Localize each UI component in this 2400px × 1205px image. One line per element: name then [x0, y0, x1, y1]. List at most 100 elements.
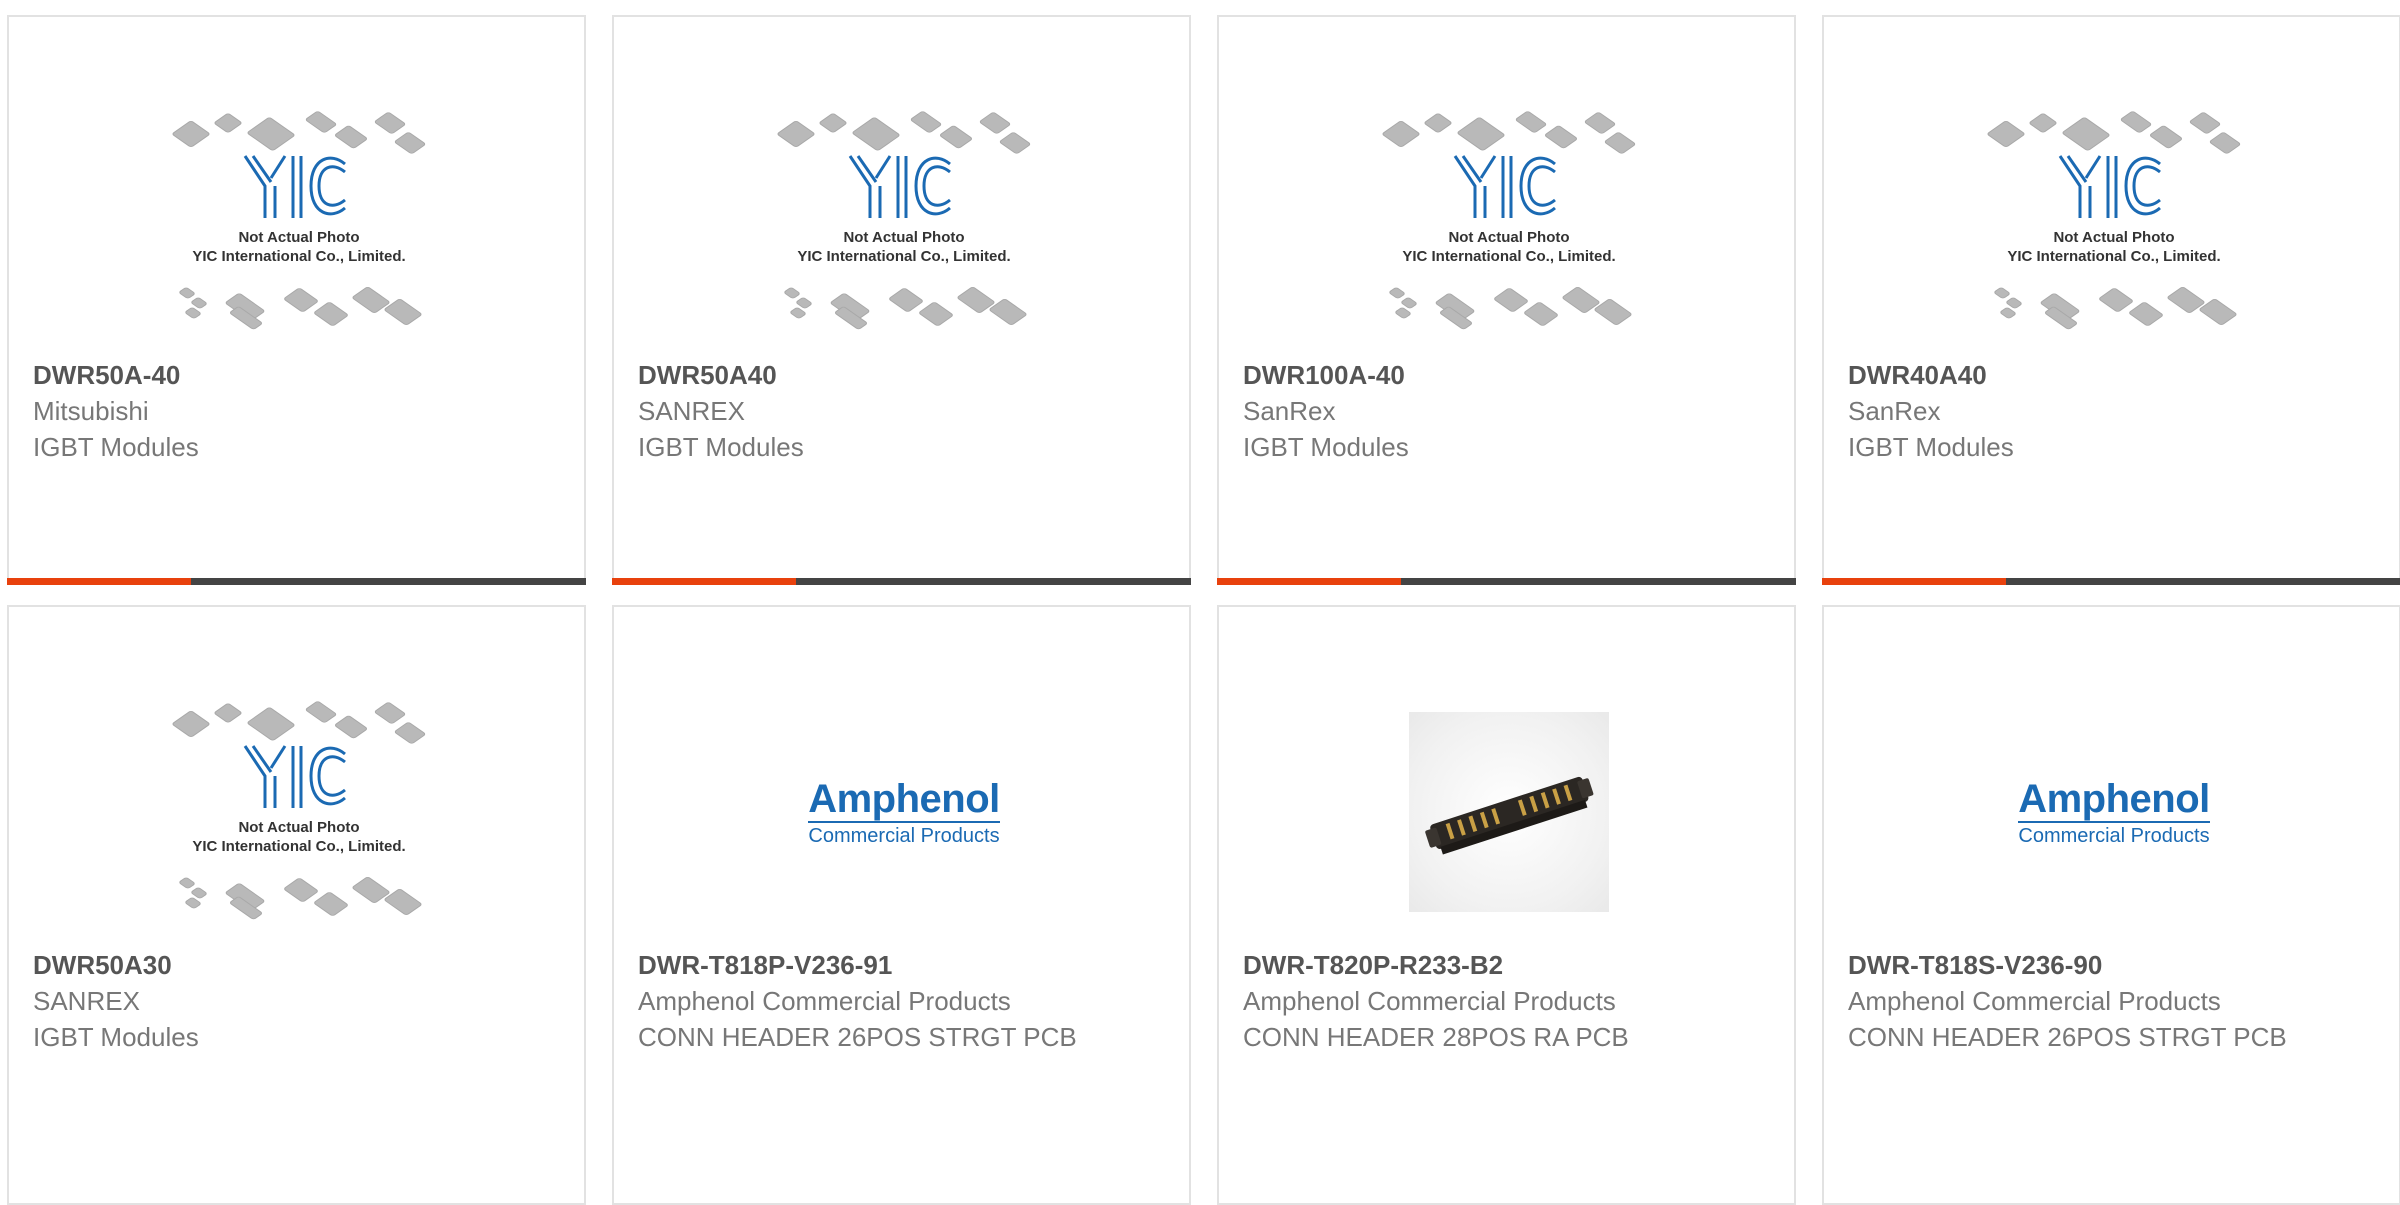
placeholder-caption-line1: Not Actual Photo — [238, 819, 360, 836]
product-card[interactable]: Not Actual Photo YIC International Co., L… — [7, 605, 586, 1205]
category-label: IGBT Modules — [638, 432, 804, 462]
part-number-link[interactable]: DWR-T820P-R233-B2 — [1243, 947, 1703, 983]
amphenol-logo: Amphenol Commercial Products — [764, 777, 1044, 847]
chip-icon — [2028, 112, 2058, 134]
product-image[interactable]: Not Actual Photo YIC International Co., L… — [1369, 97, 1649, 347]
category-label: CONN HEADER 26POS STRGT PCB — [638, 1022, 1077, 1052]
connector-photo — [1409, 712, 1609, 912]
yic-placeholder-image: Not Actual Photo YIC International Co., L… — [1369, 102, 1649, 342]
chip-icon — [246, 706, 296, 742]
chip-icon — [2097, 287, 2135, 313]
chip-icon — [1543, 124, 1579, 150]
product-card[interactable]: Not Actual Photo YIC International Co., L… — [1217, 15, 1796, 585]
chip-icon — [171, 120, 211, 148]
chip-icon — [1986, 120, 2026, 148]
product-image[interactable]: Amphenol Commercial Products — [1974, 687, 2254, 937]
chip-icon — [1992, 286, 2012, 300]
chip-icon — [312, 301, 350, 327]
part-number-link[interactable]: DWR50A30 — [33, 947, 493, 983]
chip-icon — [373, 111, 407, 135]
yic-placeholder-image: Not Actual Photo YIC International Co., L… — [159, 692, 439, 932]
part-number-link[interactable]: DWR-T818P-V236-91 — [638, 947, 1098, 983]
amphenol-logo-subtitle: Commercial Products — [2018, 821, 2210, 847]
chip-icon — [851, 116, 901, 152]
amphenol-logo: Amphenol Commercial Products — [1974, 777, 2254, 847]
yic-logo-icon — [848, 155, 951, 218]
product-image[interactable]: Amphenol Commercial Products — [764, 687, 1044, 937]
product-card[interactable]: DWR-T820P-R233-B2 Amphenol Commercial Pr… — [1217, 605, 1796, 1205]
amphenol-logo-name: Amphenol — [2018, 777, 2210, 821]
chip-icon — [304, 700, 338, 724]
chip-icon — [246, 116, 296, 152]
category-label: IGBT Modules — [33, 432, 199, 462]
chip-icon — [2061, 116, 2111, 152]
chip-icon — [177, 286, 197, 300]
chip-icon — [2208, 131, 2242, 155]
yic-placeholder-image: Not Actual Photo YIC International Co., L… — [764, 102, 1044, 342]
chip-icon — [1456, 116, 1506, 152]
card-accent-bar — [1217, 578, 1401, 585]
chip-icon — [282, 287, 320, 313]
product-card[interactable]: Amphenol Commercial Products DWR-T818S-V… — [1822, 605, 2400, 1205]
product-card[interactable]: Not Actual Photo YIC International Co., L… — [612, 15, 1191, 585]
chip-icon — [1583, 111, 1617, 135]
yic-placeholder-image: Not Actual Photo YIC International Co., L… — [159, 102, 439, 342]
placeholder-caption-line2: YIC International Co., Limited. — [2007, 248, 2221, 265]
placeholder-caption-line1: Not Actual Photo — [2053, 229, 2175, 246]
chip-icon — [373, 701, 407, 725]
chip-icon — [1423, 112, 1453, 134]
chip-icon — [393, 131, 427, 155]
product-image[interactable]: Not Actual Photo YIC International Co., L… — [764, 97, 1044, 347]
placeholder-caption-line1: Not Actual Photo — [238, 229, 360, 246]
yic-logo-icon — [1453, 155, 1556, 218]
chip-icon — [1387, 286, 1407, 300]
chip-icon — [1603, 131, 1637, 155]
product-card[interactable]: Amphenol Commercial Products DWR-T818P-V… — [612, 605, 1191, 1205]
yic-placeholder-image: Not Actual Photo YIC International Co., L… — [1974, 102, 2254, 342]
chip-icon — [213, 112, 243, 134]
chip-icon — [782, 286, 802, 300]
chip-icon — [304, 110, 338, 134]
card-accent-bar — [7, 578, 191, 585]
card-bottom-bar — [1217, 578, 1796, 585]
chip-icon — [171, 710, 211, 738]
chip-icon — [917, 301, 955, 327]
chip-icon — [2127, 301, 2165, 327]
product-image[interactable]: Not Actual Photo YIC International Co., L… — [1974, 97, 2254, 347]
chip-icon — [333, 124, 369, 150]
card-accent-bar — [1822, 578, 2006, 585]
category-label: IGBT Modules — [33, 1022, 199, 1052]
product-image[interactable] — [1369, 687, 1649, 937]
chip-icon — [2188, 111, 2222, 135]
chip-icon — [177, 876, 197, 890]
chip-icon — [887, 287, 925, 313]
chip-icon — [2148, 124, 2184, 150]
part-number-link[interactable]: DWR40A40 — [1848, 357, 2308, 393]
part-number-link[interactable]: DWR50A40 — [638, 357, 1098, 393]
amphenol-logo-name: Amphenol — [808, 777, 1000, 821]
product-image[interactable]: Not Actual Photo YIC International Co., L… — [159, 97, 439, 347]
card-accent-bar — [612, 578, 796, 585]
chip-icon — [2119, 110, 2153, 134]
placeholder-caption-line2: YIC International Co., Limited. — [192, 838, 406, 855]
placeholder-caption-line2: YIC International Co., Limited. — [1402, 248, 1616, 265]
chip-icon — [938, 124, 974, 150]
connector-icon — [1425, 776, 1594, 855]
product-grid: Not Actual Photo YIC International Co., L… — [7, 15, 2400, 1205]
category-label: CONN HEADER 26POS STRGT PCB — [1848, 1022, 2287, 1052]
product-image[interactable]: Not Actual Photo YIC International Co., L… — [159, 687, 439, 937]
product-card[interactable]: Not Actual Photo YIC International Co., L… — [7, 15, 586, 585]
chip-icon — [978, 111, 1012, 135]
product-card[interactable]: Not Actual Photo YIC International Co., L… — [1822, 15, 2400, 585]
placeholder-caption-line1: Not Actual Photo — [1448, 229, 1570, 246]
part-number-link[interactable]: DWR100A-40 — [1243, 357, 1703, 393]
manufacturer-label: SanRex — [1848, 396, 1941, 426]
part-number-link[interactable]: DWR50A-40 — [33, 357, 493, 393]
category-label: IGBT Modules — [1848, 432, 2014, 462]
yic-logo-icon — [2058, 155, 2161, 218]
chip-icon — [909, 110, 943, 134]
placeholder-caption-line2: YIC International Co., Limited. — [797, 248, 1011, 265]
chip-icon — [213, 702, 243, 724]
part-number-link[interactable]: DWR-T818S-V236-90 — [1848, 947, 2308, 983]
card-bottom-bar — [1822, 578, 2400, 585]
